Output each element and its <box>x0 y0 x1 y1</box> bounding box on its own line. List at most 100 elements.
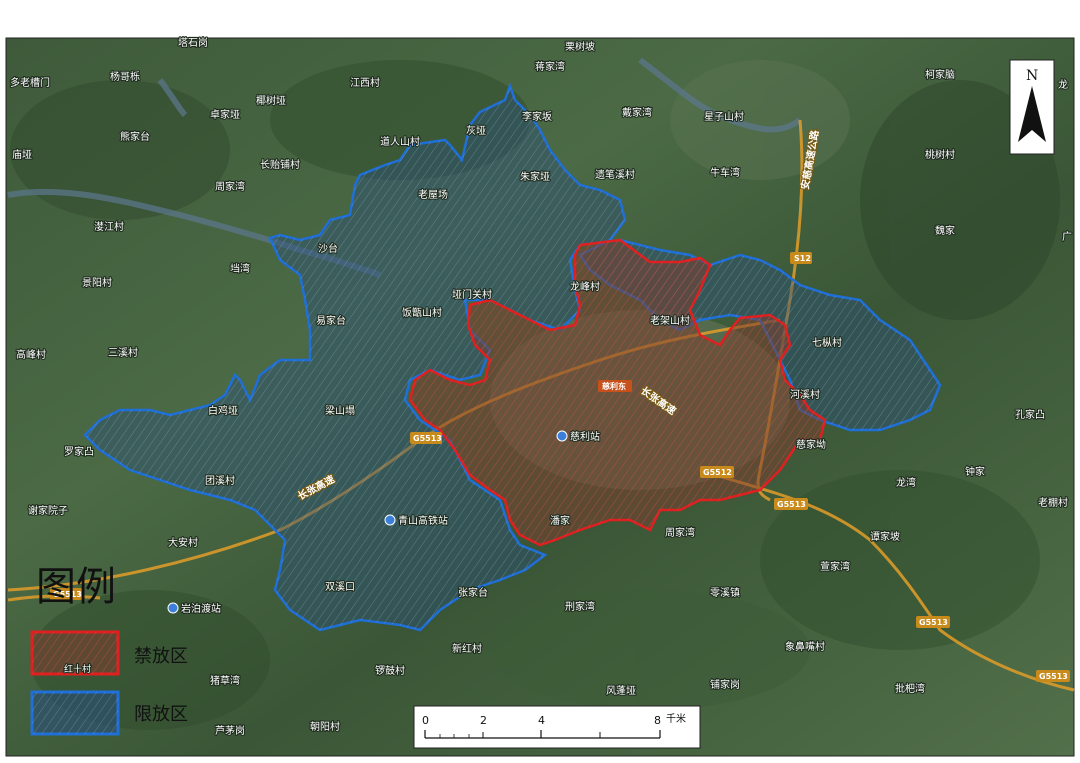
place-label: 朝阳村 <box>310 720 340 733</box>
place-label: 龙峰村 <box>570 280 600 293</box>
place-label: 高峰村 <box>16 348 46 361</box>
place-label: 锣鼓村 <box>375 664 405 677</box>
place-label: 广 <box>1062 231 1072 243</box>
svg-text:G5513: G5513 <box>777 500 806 509</box>
place-label: 龙 <box>1058 78 1068 91</box>
road-shield: 慈利东 <box>598 380 632 392</box>
place-label: 垭门关村 <box>452 288 492 301</box>
road-shield: G5513 <box>774 498 808 510</box>
place-label: 谭家坡 <box>870 530 900 543</box>
place-label: 垱湾 <box>230 262 250 275</box>
station-label: 青山高铁站 <box>398 514 448 527</box>
place-label: 景阳村 <box>82 276 112 289</box>
place-label: 灰垭 <box>466 124 486 137</box>
place-label: 潘家 <box>550 514 570 527</box>
place-label: 猪草湾 <box>210 674 240 687</box>
train-station-icon <box>556 430 568 442</box>
place-label: 萱家湾 <box>820 560 850 573</box>
place-label: 双溪口 <box>325 581 355 593</box>
place-label: 江西村 <box>350 76 380 89</box>
scale-tick-label: 2 <box>480 714 487 727</box>
svg-text:G5513: G5513 <box>1039 672 1068 681</box>
place-label: 风蓬垭 <box>606 684 636 697</box>
place-label: 朱家垭 <box>520 170 550 183</box>
place-label: 卓家垭 <box>210 108 240 121</box>
svg-text:G5513: G5513 <box>413 434 442 443</box>
road-shield: G5513 <box>1036 670 1070 682</box>
place-label: 老架山村 <box>650 314 690 327</box>
place-label: 牛车湾 <box>710 166 740 179</box>
place-label: 栗树坡 <box>565 40 595 53</box>
place-label: 道人山村 <box>380 135 420 148</box>
road-shield: G5512 <box>700 466 734 478</box>
train-station-icon <box>167 602 179 614</box>
place-label: 沙台 <box>318 242 338 255</box>
place-label: 三溪村 <box>108 346 138 359</box>
station-label: 慈利站 <box>570 430 600 443</box>
place-label: 大安村 <box>168 536 198 549</box>
place-label: 慈家坳 <box>796 438 826 451</box>
place-label: 易家台 <box>316 314 346 327</box>
place-label: 杨哥栎 <box>110 70 140 83</box>
station-label: 岩泊渡站 <box>181 602 221 615</box>
road-shield: G5513 <box>916 616 950 628</box>
svg-text:S12: S12 <box>794 254 811 263</box>
place-label: 新红村 <box>452 642 482 655</box>
place-label: 多老槽门 <box>10 76 50 89</box>
scale-unit: 千米 <box>666 712 686 725</box>
place-label: 刑家湾 <box>565 600 595 613</box>
map-canvas: 长张高速 长张高速 安慈高速公路 G5513 G5513 G5513 G5513… <box>5 35 1075 757</box>
north-label: N <box>1026 68 1038 84</box>
place-label: 团溪村 <box>205 474 235 487</box>
place-label: 桃树村 <box>925 148 955 161</box>
legend-label-limited: 限放区 <box>134 704 188 725</box>
place-label: 老棚村 <box>1038 496 1068 509</box>
place-label: 张家台 <box>458 586 488 599</box>
place-label: 塔石岗 <box>178 36 208 49</box>
place-label: 李家坂 <box>522 110 552 123</box>
place-label: 龙湾 <box>896 476 916 489</box>
place-label: 批杷湾 <box>895 682 925 695</box>
place-label: 孔家凸 <box>1015 408 1045 421</box>
place-label: 梁山塌 <box>325 404 355 417</box>
scale-tick-label: 0 <box>422 714 429 727</box>
place-label: 蒋家湾 <box>535 60 565 73</box>
place-label: 饭甑山村 <box>402 306 442 319</box>
scale-tick-label: 8 <box>654 714 661 727</box>
place-label: 庙垭 <box>12 148 32 161</box>
place-label: 周家湾 <box>215 180 245 193</box>
road-shield: G5513 <box>410 432 442 444</box>
legend-label-banned: 禁放区 <box>134 646 188 667</box>
scale-tick-label: 4 <box>538 714 545 727</box>
place-label: 熊家台 <box>120 130 150 143</box>
place-label: 七枞村 <box>812 336 842 349</box>
place-label: 长贻铺村 <box>260 158 300 171</box>
place-label: 白鸡垭 <box>208 404 238 417</box>
place-label: 芦茅岗 <box>215 725 245 737</box>
svg-text:G5513: G5513 <box>919 618 948 627</box>
place-label: 谢家院子 <box>28 504 68 517</box>
place-label: 遗笔溪村 <box>595 168 635 181</box>
place-label: 星子山村 <box>704 110 744 123</box>
svg-text:G5512: G5512 <box>703 468 732 477</box>
place-label: 老屋场 <box>418 188 448 201</box>
place-label: 铺家岗 <box>710 678 740 691</box>
place-label: 椰树垭 <box>256 94 286 107</box>
road-shield: S12 <box>790 252 812 264</box>
place-label: 柯家脑 <box>925 68 955 81</box>
legend-swatch-sample: 红十村 <box>64 663 91 675</box>
place-label: 漤江村 <box>94 220 124 233</box>
place-label: 周家湾 <box>665 526 695 539</box>
place-label: 河溪村 <box>790 388 820 401</box>
north-arrow: N <box>1009 59 1055 155</box>
train-station-icon <box>384 514 396 526</box>
place-label: 罗家凸 <box>64 445 94 458</box>
svg-text:慈利东: 慈利东 <box>602 381 626 391</box>
place-label: 钟家 <box>965 465 985 478</box>
scale-bar: 0 2 4 8 千米 <box>413 705 701 749</box>
place-label: 零溪镇 <box>710 586 740 599</box>
place-label: 象鼻嘴村 <box>785 640 825 653</box>
legend-title: 图例 <box>36 564 116 610</box>
place-label: 戴家湾 <box>622 106 652 119</box>
place-label: 魏家 <box>935 224 955 237</box>
